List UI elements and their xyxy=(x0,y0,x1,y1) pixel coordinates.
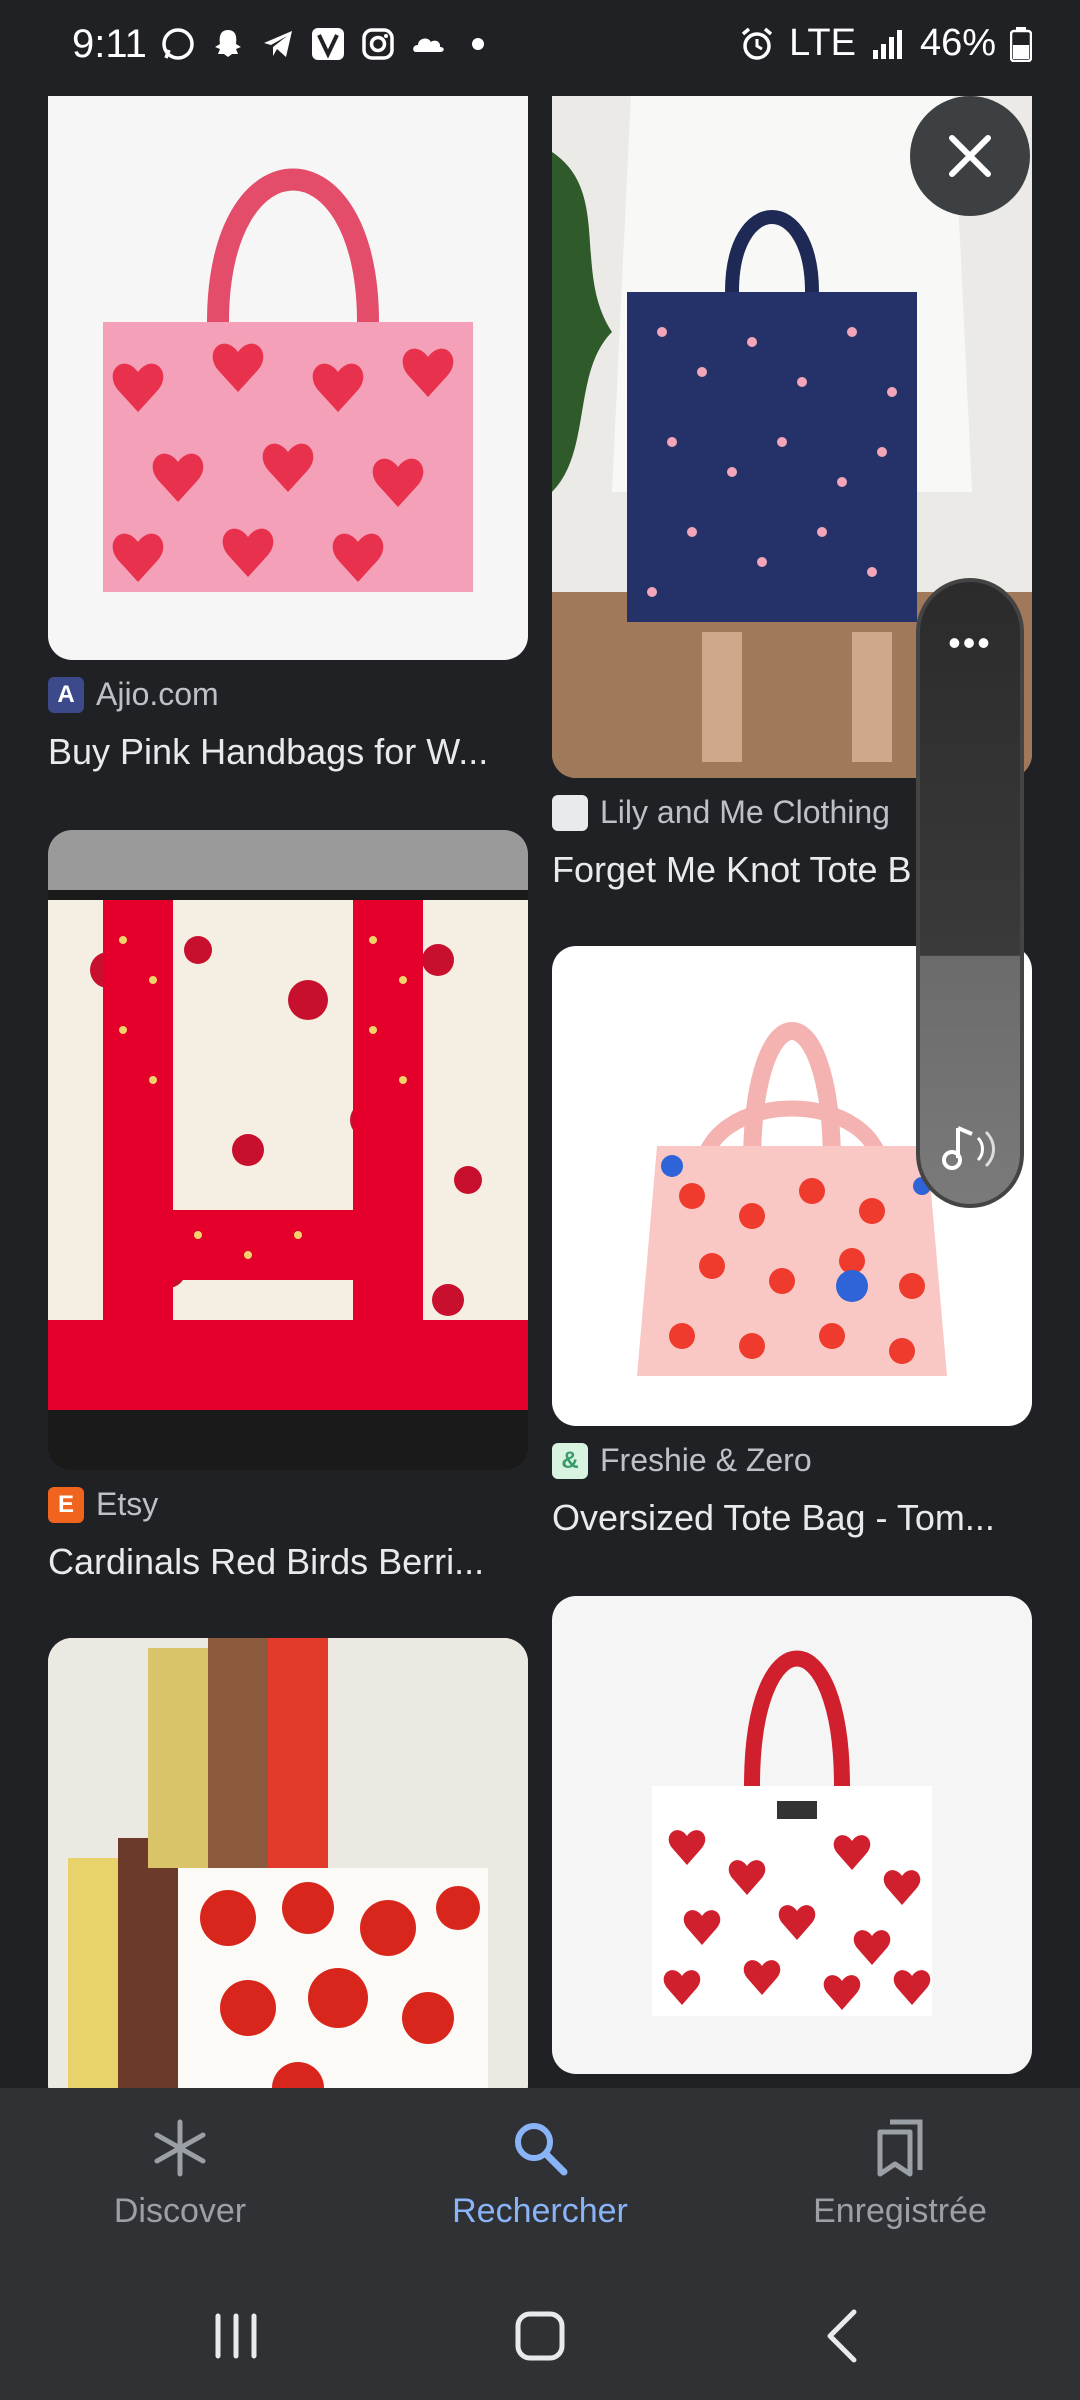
nav-discover[interactable]: Discover xyxy=(0,2088,360,2268)
source-name: Lily and Me Clothing xyxy=(600,794,890,830)
music-sound-icon[interactable] xyxy=(940,1114,1006,1180)
result-image[interactable] xyxy=(48,72,528,660)
result-meta[interactable]: E Etsy Cardinals Red Birds Berri... xyxy=(48,1486,528,1583)
nav-saved[interactable]: Enregistrée xyxy=(720,2088,1080,2268)
back-icon[interactable] xyxy=(804,2296,884,2376)
notification-icons xyxy=(160,26,496,62)
telegram-icon xyxy=(264,31,292,57)
network-type: LTE xyxy=(789,22,856,64)
result-title: Cardinals Red Birds Berri... xyxy=(48,1541,485,1582)
result-source: A Ajio.com xyxy=(48,676,528,713)
more-icon[interactable]: ••• xyxy=(920,622,1020,664)
source-favicon-icon: & xyxy=(552,1442,588,1479)
bookmarks-icon xyxy=(877,2119,923,2177)
result-image[interactable] xyxy=(552,1596,1032,2074)
signal-icon xyxy=(872,29,902,59)
result-title: Forget Me Knot Tote B xyxy=(552,849,912,890)
result-image[interactable] xyxy=(48,830,528,1470)
result-title: Buy Pink Handbags for W... xyxy=(48,731,489,772)
source-favicon-icon: A xyxy=(48,676,84,713)
result-source: Lily and Me Clothing xyxy=(552,794,922,831)
battery-percent: 46% xyxy=(919,22,996,64)
result-meta[interactable]: & Freshie & Zero Oversized Tote Bag - To… xyxy=(552,1442,1032,1539)
source-name: Freshie & Zero xyxy=(600,1442,812,1478)
status-right: LTE 46% xyxy=(739,22,1032,65)
nav-label: Enregistrée xyxy=(813,2192,987,2230)
result-image[interactable] xyxy=(48,1638,528,2108)
nav-search[interactable]: Rechercher xyxy=(360,2088,720,2268)
system-nav-bar xyxy=(0,2268,1080,2400)
nav-label: Rechercher xyxy=(452,2192,628,2230)
result-title: Oversized Tote Bag - Tom... xyxy=(552,1497,995,1538)
source-name: Ajio.com xyxy=(96,676,219,712)
dot-icon xyxy=(472,38,484,50)
result-source: E Etsy xyxy=(48,1486,528,1523)
battery-icon xyxy=(1010,26,1032,62)
whatsapp-icon xyxy=(162,28,194,60)
close-button[interactable] xyxy=(910,96,1030,216)
result-meta[interactable]: A Ajio.com Buy Pink Handbags for W... xyxy=(48,676,528,773)
bottom-nav: Discover Rechercher Enregistrée xyxy=(0,2088,1080,2268)
cloud-app-icon xyxy=(413,38,444,52)
result-meta[interactable]: Lily and Me Clothing Forget Me Knot Tote… xyxy=(552,794,922,891)
v-app-icon xyxy=(312,28,344,60)
result-source: & Freshie & Zero xyxy=(552,1442,1032,1479)
status-bar: 9:11 LTE 46% xyxy=(0,0,1080,96)
instagram-icon xyxy=(362,28,394,60)
close-icon xyxy=(949,135,991,177)
home-icon[interactable] xyxy=(500,2296,580,2376)
source-favicon-icon xyxy=(552,794,588,831)
source-favicon-icon: E xyxy=(48,1486,84,1523)
status-time: 9:11 xyxy=(72,22,147,66)
search-icon xyxy=(515,2123,568,2176)
snapchat-icon xyxy=(215,30,241,57)
alarm-icon xyxy=(741,27,773,60)
asterisk-icon xyxy=(154,2119,206,2177)
audio-overlay[interactable]: ••• xyxy=(916,578,1024,1208)
nav-label: Discover xyxy=(113,2192,247,2230)
recent-apps-icon[interactable] xyxy=(196,2296,276,2376)
source-name: Etsy xyxy=(96,1486,159,1522)
